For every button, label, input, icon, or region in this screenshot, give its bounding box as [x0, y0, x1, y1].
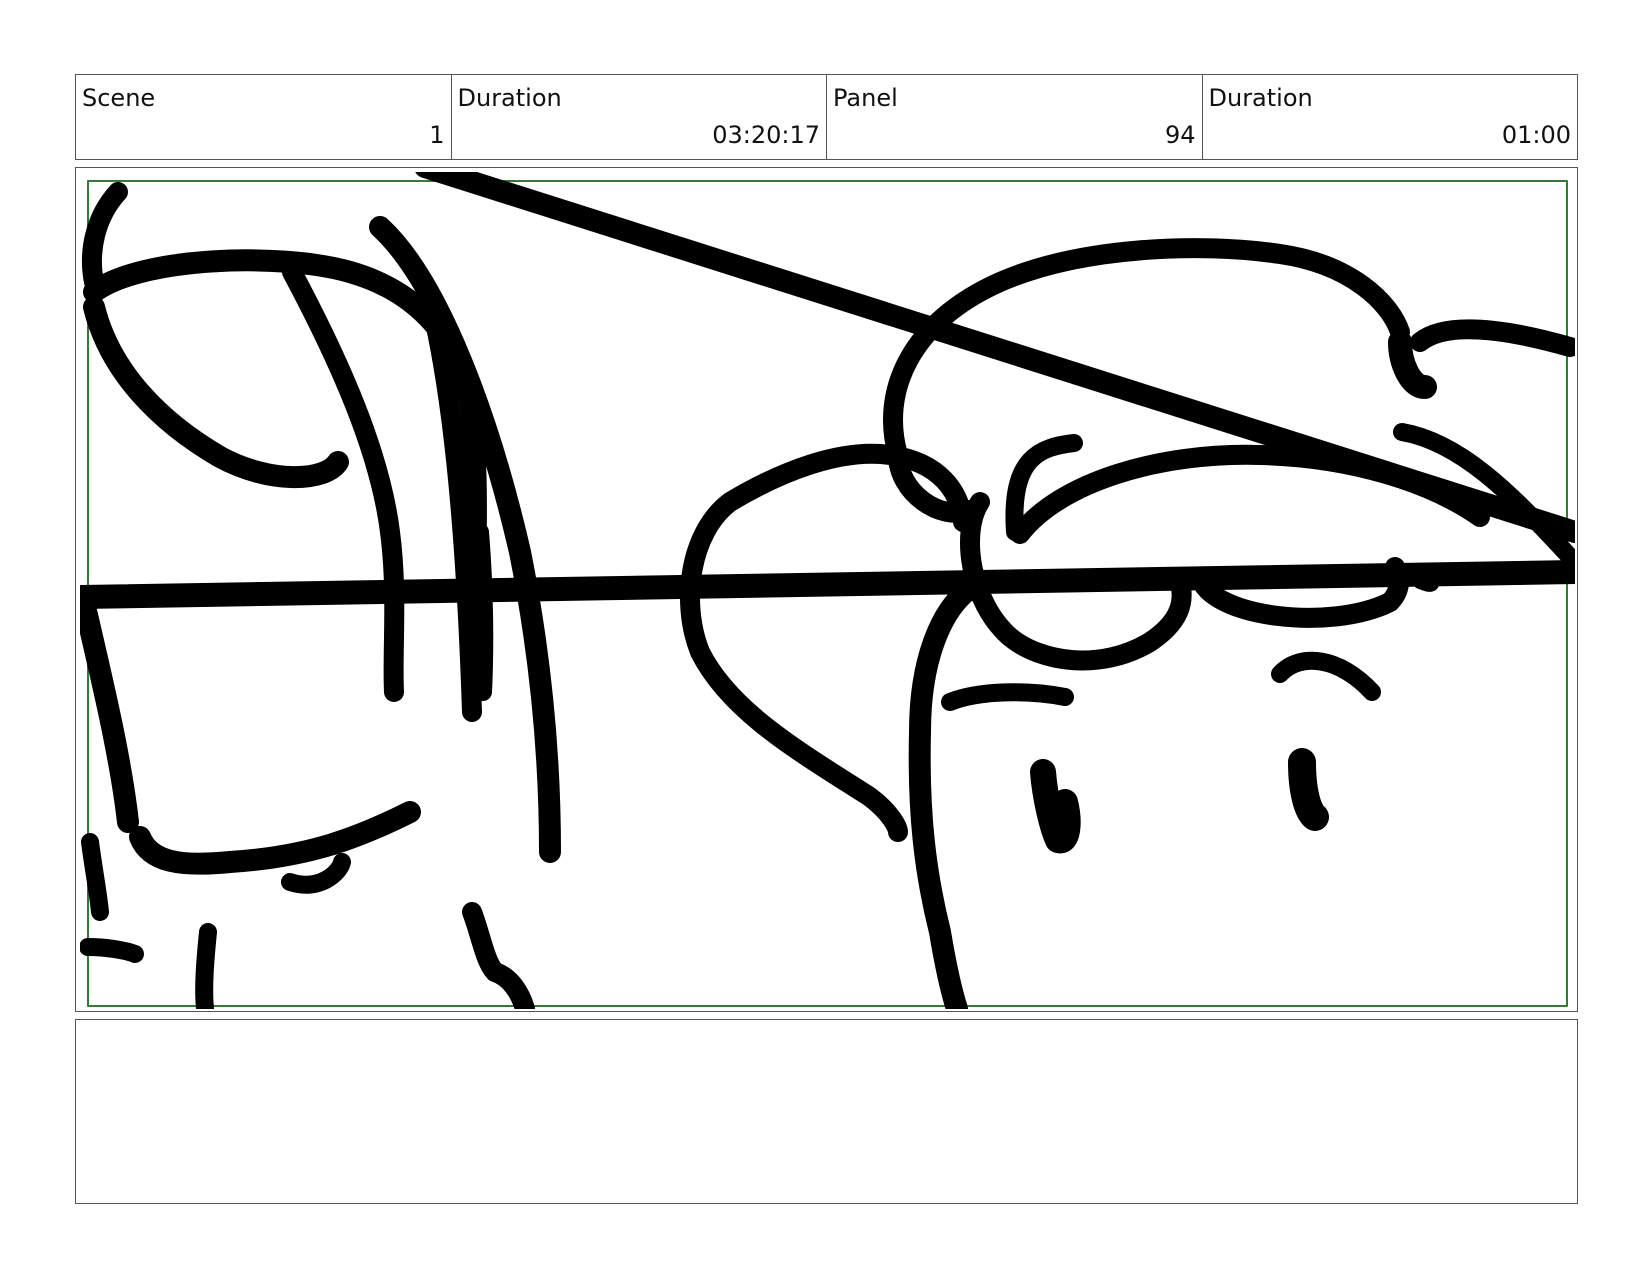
right-figure-sketch	[941, 683, 1074, 711]
right-figure-sketch	[883, 238, 1410, 465]
panel-cell: Panel 94	[827, 75, 1203, 159]
panel-number: 94	[1164, 121, 1196, 149]
panel-notes[interactable]	[75, 1019, 1578, 1204]
panel-label: Panel	[833, 84, 898, 112]
left-figure-sketch	[80, 591, 139, 833]
panel-duration-cell: Duration 01:00	[1203, 75, 1578, 159]
left-figure-sketch	[129, 801, 421, 875]
right-figure-sketch	[908, 579, 979, 1009]
scene-label: Scene	[82, 84, 156, 112]
horizon-line	[80, 560, 1575, 609]
right-figure-sketch	[1288, 748, 1329, 831]
left-figure-sketch	[80, 938, 144, 963]
right-figure-sketch	[1010, 444, 1490, 544]
scene-cell: Scene 1	[76, 75, 452, 159]
left-figure-sketch	[83, 296, 349, 489]
right-figure-sketch	[1271, 651, 1381, 701]
left-figure-sketch	[471, 523, 494, 701]
scene-duration-value: 03:20:17	[712, 121, 820, 149]
left-figure-sketch	[195, 923, 217, 1009]
right-figure-sketch	[1413, 575, 1439, 592]
left-figure-sketch	[281, 853, 351, 894]
right-figure-sketch	[1410, 319, 1575, 357]
left-figure-sketch	[82, 182, 128, 292]
panel-duration-value: 01:00	[1501, 121, 1571, 149]
panel-drawing	[80, 172, 1575, 1009]
left-figure-sketch	[462, 902, 535, 1009]
panel-duration-label: Duration	[1208, 84, 1313, 112]
panel-info-header: Scene 1 Duration 03:20:17 Panel 94 Durat…	[75, 74, 1578, 160]
scene-duration-label: Duration	[457, 84, 562, 112]
scene-number: 1	[429, 121, 445, 149]
scene-duration-cell: Duration 03:20:17	[452, 75, 827, 159]
storyboard-panel	[75, 167, 1578, 1012]
right-figure-sketch	[1030, 759, 1081, 854]
left-figure-sketch	[81, 833, 109, 921]
